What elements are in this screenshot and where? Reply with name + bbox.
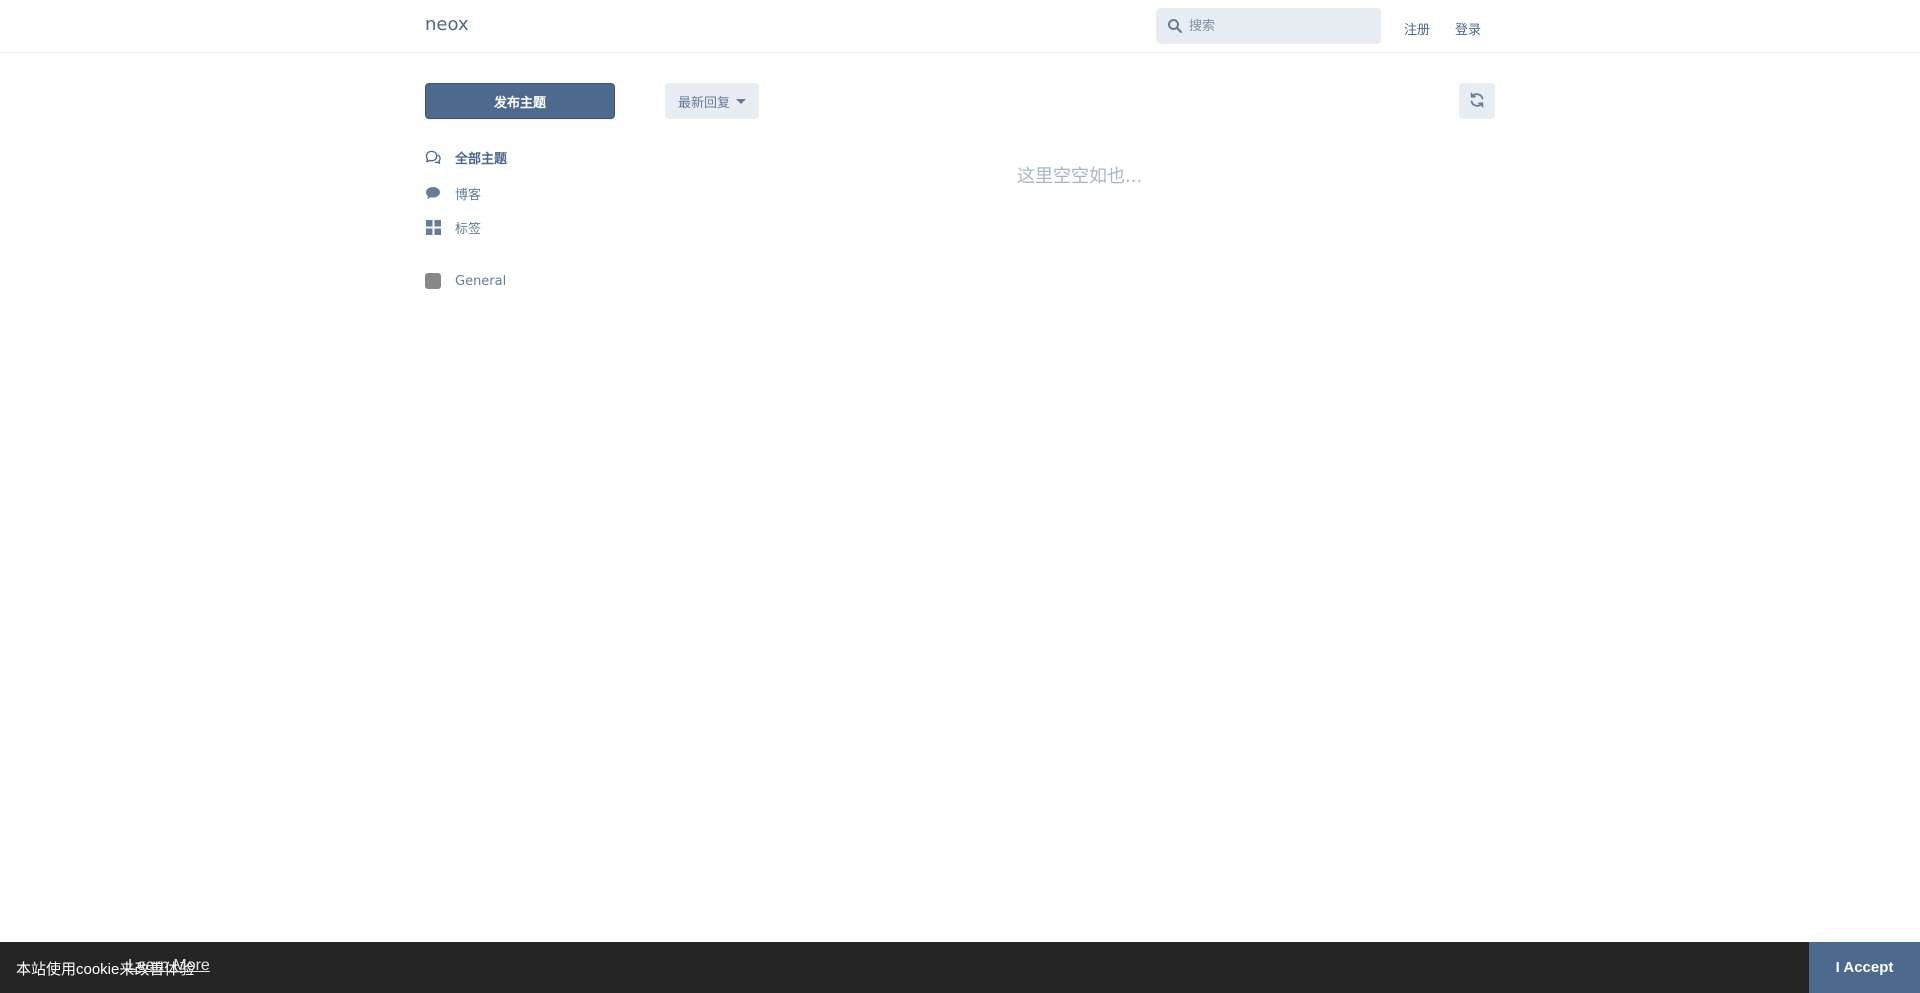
caret-down-icon [736,98,746,104]
comments-icon [425,149,441,165]
site-header: neox 注册 登录 [0,0,1920,53]
sidebar-item-all-discussions[interactable]: 全部主题 [425,146,507,168]
sidebar-tag-label: General [455,273,507,289]
sidebar-item-label: 博客 [455,187,482,203]
sort-label: 最新回复 [677,95,730,111]
comment-icon [425,185,441,201]
brand-logo[interactable]: neox [425,14,469,35]
sidebar-item-label: 全部主题 [455,151,508,167]
sort-dropdown[interactable]: 最新回复 [665,83,759,119]
sidebar-item-blog[interactable]: 博客 [425,182,481,204]
login-link[interactable]: 登录 [1455,19,1481,38]
refresh-button[interactable] [1459,83,1495,119]
accept-cookies-button[interactable]: I Accept [1809,942,1920,993]
cookie-consent-bar: 本站使用cookie来改善体验 Learn More I Accept [0,942,1920,993]
empty-state-text: 这里空空如也... [1017,166,1143,187]
refresh-icon [1469,92,1485,111]
learn-more-link[interactable]: Learn More [128,957,210,975]
tag-color-swatch [425,273,441,289]
grid-icon [425,219,441,235]
sidebar-item-label: 标签 [455,221,482,237]
search-box[interactable] [1156,8,1381,44]
signup-link[interactable]: 注册 [1404,19,1430,38]
search-icon [1167,18,1183,34]
compose-button[interactable]: 发布主题 [425,83,615,119]
sidebar-item-tags[interactable]: 标签 [425,216,481,238]
sidebar-tag-general[interactable]: General [425,270,506,292]
search-input[interactable] [1189,16,1369,36]
